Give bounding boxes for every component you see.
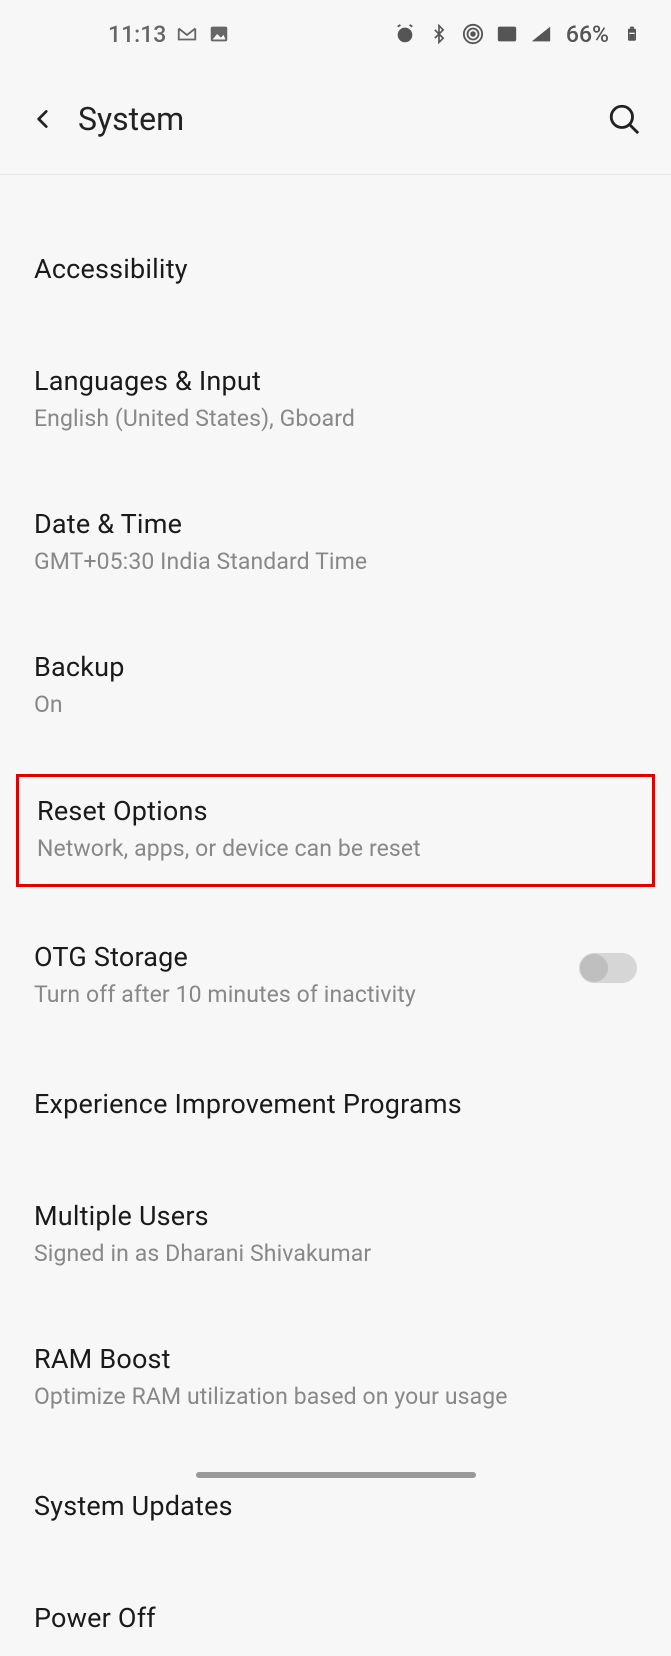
page-header: System bbox=[0, 60, 671, 175]
settings-list: Accessibility Languages & Input English … bbox=[0, 175, 671, 1656]
volte-icon bbox=[496, 23, 518, 45]
signal-icon bbox=[530, 23, 552, 45]
setting-subtitle: Signed in as Dharani Shivakumar bbox=[34, 1240, 637, 1267]
battery-icon bbox=[621, 23, 643, 45]
setting-subtitle: Network, apps, or device can be reset bbox=[37, 835, 634, 862]
setting-power-off[interactable]: Power Off bbox=[0, 1582, 671, 1656]
header-left: System bbox=[30, 100, 184, 138]
setting-multiple-users[interactable]: Multiple Users Signed in as Dharani Shiv… bbox=[0, 1180, 671, 1289]
setting-title: System Updates bbox=[34, 1490, 637, 1522]
setting-backup[interactable]: Backup On bbox=[0, 631, 671, 740]
setting-title: Experience Improvement Programs bbox=[34, 1088, 637, 1120]
search-icon[interactable] bbox=[607, 102, 641, 136]
setting-title: Power Off bbox=[34, 1602, 637, 1634]
setting-title: Reset Options bbox=[37, 795, 634, 827]
battery-percentage: 66% bbox=[566, 21, 609, 48]
setting-experience-improvement[interactable]: Experience Improvement Programs bbox=[0, 1068, 671, 1142]
setting-title: OTG Storage bbox=[34, 941, 559, 973]
navigation-handle[interactable] bbox=[196, 1472, 476, 1478]
setting-otg-storage[interactable]: OTG Storage Turn off after 10 minutes of… bbox=[0, 921, 671, 1030]
back-icon[interactable] bbox=[30, 106, 56, 132]
setting-ram-boost[interactable]: RAM Boost Optimize RAM utilization based… bbox=[0, 1323, 671, 1432]
setting-subtitle: Turn off after 10 minutes of inactivity bbox=[34, 981, 559, 1008]
page-title: System bbox=[78, 100, 184, 138]
setting-subtitle: Optimize RAM utilization based on your u… bbox=[34, 1383, 637, 1410]
setting-title: Multiple Users bbox=[34, 1200, 637, 1232]
bluetooth-icon bbox=[428, 23, 450, 45]
setting-subtitle: GMT+05:30 India Standard Time bbox=[34, 548, 637, 575]
alarm-icon bbox=[394, 23, 416, 45]
setting-subtitle: On bbox=[34, 691, 637, 718]
status-bar: 11:13 bbox=[0, 0, 671, 60]
setting-accessibility[interactable]: Accessibility bbox=[0, 233, 671, 307]
setting-title: Accessibility bbox=[34, 253, 637, 285]
status-time: 11:13 bbox=[108, 21, 166, 48]
photo-icon bbox=[208, 23, 230, 45]
otg-toggle[interactable] bbox=[579, 953, 637, 983]
setting-title: RAM Boost bbox=[34, 1343, 637, 1375]
setting-languages[interactable]: Languages & Input English (United States… bbox=[0, 345, 671, 454]
setting-system-updates[interactable]: System Updates bbox=[0, 1470, 671, 1544]
hotspot-icon bbox=[462, 23, 484, 45]
status-right: 66% bbox=[394, 21, 643, 48]
setting-title: Date & Time bbox=[34, 508, 637, 540]
toggle-knob bbox=[580, 954, 608, 982]
setting-title: Languages & Input bbox=[34, 365, 637, 397]
status-left: 11:13 bbox=[28, 21, 230, 48]
setting-subtitle: English (United States), Gboard bbox=[34, 405, 637, 432]
gmail-icon bbox=[176, 23, 198, 45]
setting-datetime[interactable]: Date & Time GMT+05:30 India Standard Tim… bbox=[0, 488, 671, 597]
setting-title: Backup bbox=[34, 651, 637, 683]
setting-reset-options[interactable]: Reset Options Network, apps, or device c… bbox=[16, 774, 655, 887]
